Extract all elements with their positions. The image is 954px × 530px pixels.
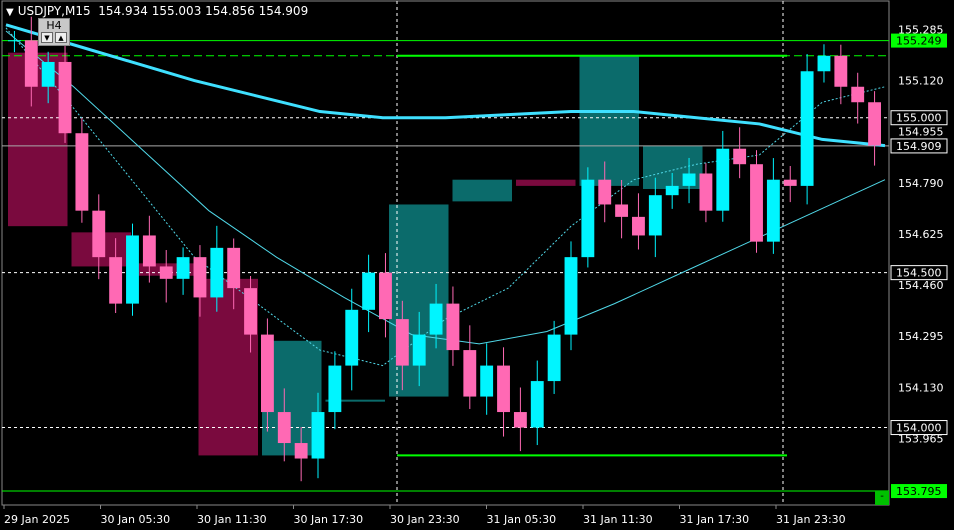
price-tag-label: 153.795 <box>896 485 942 498</box>
candle-body <box>564 257 578 335</box>
candle-body <box>497 365 510 413</box>
candle-body <box>8 40 21 42</box>
h4-bar <box>516 179 576 186</box>
price-tick-label: 154.130 <box>898 381 944 394</box>
candle-body <box>513 412 527 428</box>
chart-header: ▼ USDJPY,M15 154.934 155.003 154.856 154.… <box>6 4 308 18</box>
candle-body <box>632 216 645 236</box>
candle-body <box>311 412 325 459</box>
candle-body <box>429 303 443 335</box>
candle-body <box>615 204 629 217</box>
price-tag-label: 154.000 <box>896 422 942 435</box>
candle-body <box>716 148 730 211</box>
price-tag-label: 154.909 <box>896 140 942 153</box>
h4-bar <box>579 55 639 186</box>
candle-body <box>244 288 257 335</box>
candle-body <box>733 148 747 165</box>
time-axis-layer: 29 Jan 2025 30 Jan 05:30 30 Jan 11:30 30 Ja… <box>3 505 846 526</box>
candle-body <box>446 303 460 351</box>
candle-body <box>463 350 477 397</box>
candle-body <box>851 86 865 103</box>
time-tick-label: 31 Jan 17:30 <box>680 513 750 526</box>
time-tick-label: 30 Jan 17:30 <box>294 513 364 526</box>
candle-body <box>379 272 392 320</box>
time-tick-label: 30 Jan 23:30 <box>390 513 460 526</box>
dropdown-arrow-icon[interactable]: ▼ <box>6 7 14 18</box>
candle-body <box>530 381 544 428</box>
time-tick-label: 31 Jan 05:30 <box>487 513 557 526</box>
timeframe-up-button[interactable]: ▲ <box>55 32 67 43</box>
price-tag: 155.249 <box>891 33 947 48</box>
price-tag-label: 154.500 <box>896 267 942 280</box>
candle-body <box>345 309 359 366</box>
candle-body <box>362 272 376 310</box>
price-tag: 154.500 <box>890 265 948 281</box>
price-chart[interactable]: 155.285155.120154.955154.790154.625154.4… <box>0 0 954 530</box>
candle-body <box>142 235 156 267</box>
candle-body <box>58 61 72 134</box>
candle-body <box>92 210 106 258</box>
minimize-icon[interactable]: - <box>875 491 889 505</box>
candle-body <box>817 55 831 72</box>
candle-body <box>750 164 763 242</box>
symbol-timeframe: USDJPY,M15 <box>17 4 91 18</box>
timeframe-label: H4 <box>46 19 62 32</box>
candle-body <box>277 412 291 444</box>
candle-body <box>547 334 561 382</box>
candle-body <box>210 247 224 298</box>
candle-body <box>800 71 814 186</box>
price-tick-label: 154.955 <box>898 126 944 139</box>
h4-bars-layer <box>8 52 703 456</box>
candle-body <box>665 185 679 196</box>
price-tag: 154.000 <box>890 420 948 436</box>
candle-body <box>24 40 38 87</box>
candle-body <box>598 179 612 205</box>
candle-body <box>159 266 173 279</box>
time-tick-label: 29 Jan 2025 <box>4 513 70 526</box>
h4-bar <box>8 52 68 227</box>
candle-body <box>395 319 409 366</box>
candle-body <box>834 55 848 87</box>
ma-slow-line <box>5 23 886 148</box>
candle-body <box>41 61 55 87</box>
time-tick-label: 31 Jan 11:30 <box>583 513 653 526</box>
time-tick-label: 30 Jan 05:30 <box>101 513 171 526</box>
price-tag: 153.795 <box>891 484 947 499</box>
candle-body <box>682 173 696 186</box>
price-tick-label: 154.295 <box>898 330 944 343</box>
price-tag-label: 155.249 <box>896 35 942 48</box>
h4-bar <box>452 179 512 202</box>
candle-body <box>328 365 342 413</box>
price-tick-label: 155.120 <box>898 75 944 88</box>
timeframe-down-button[interactable]: ▼ <box>41 32 53 43</box>
time-tick-label: 31 Jan 23:30 <box>776 513 846 526</box>
candle-body <box>294 443 308 459</box>
price-tag: 155.000 <box>890 110 948 126</box>
price-tick-label: 154.790 <box>898 177 944 190</box>
candle-body <box>699 173 713 211</box>
ohlc-values: 154.934 155.003 154.856 154.909 <box>98 4 309 18</box>
price-tick-label: 154.460 <box>898 279 944 292</box>
candle-body <box>868 102 881 146</box>
candle-body <box>783 179 797 186</box>
candle-body <box>193 257 207 298</box>
candle-body <box>581 179 595 258</box>
candle-body <box>109 257 123 304</box>
timeframe-switcher: H4 ▼ ▲ <box>38 18 70 46</box>
candle-body <box>412 334 426 366</box>
candle-body <box>126 235 139 304</box>
candle-body <box>766 179 780 242</box>
candle-body <box>480 365 494 397</box>
price-tag: 154.909 <box>890 138 948 154</box>
price-tick-label: 154.625 <box>898 228 944 241</box>
time-tick-label: 30 Jan 11:30 <box>197 513 267 526</box>
candle-body <box>648 195 662 236</box>
candle-body <box>176 257 190 279</box>
candle-body <box>75 133 89 211</box>
candle-body <box>260 334 274 413</box>
candle-body <box>227 247 241 289</box>
price-axis-layer: 155.285155.120154.955154.790154.625154.4… <box>890 23 948 499</box>
price-tag-label: 155.000 <box>896 112 942 125</box>
